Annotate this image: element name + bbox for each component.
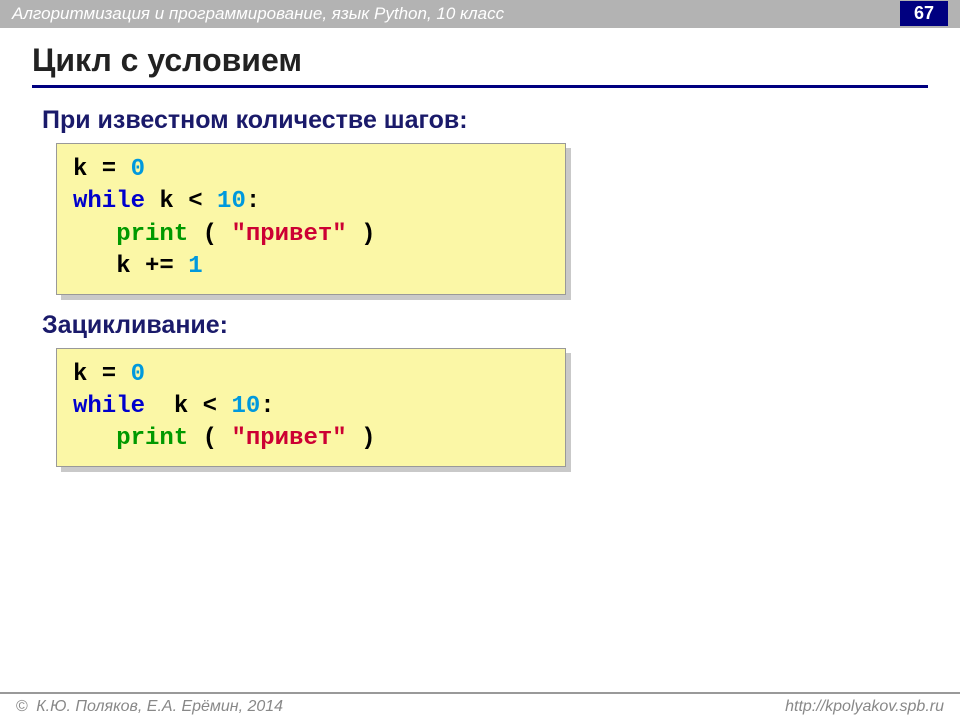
code-token: print xyxy=(116,221,188,248)
page-title: Цикл с условием xyxy=(32,42,928,79)
code-token: 0 xyxy=(131,361,145,388)
code-token: ) xyxy=(347,425,376,452)
copyright-icon: © xyxy=(16,698,28,716)
code-token: 1 xyxy=(188,253,202,280)
code-token: k xyxy=(73,361,87,388)
code-token: ( xyxy=(188,425,231,452)
code-token: k xyxy=(145,188,174,215)
code-token: 10 xyxy=(231,393,260,420)
footer-url: http://kpolyakov.spb.ru xyxy=(785,698,944,716)
code-token: k xyxy=(73,156,87,183)
course-label: Алгоритмизация и программирование, язык … xyxy=(12,4,504,24)
code-block-2: k = 0 while k < 10: print ( "привет" ) xyxy=(56,348,566,467)
code-token: 10 xyxy=(217,188,246,215)
title-area: Цикл с условием xyxy=(0,28,960,81)
code-token: while xyxy=(73,393,145,420)
top-bar: Алгоритмизация и программирование, язык … xyxy=(0,0,960,28)
code-token: "привет" xyxy=(231,425,346,452)
code-token: k += xyxy=(73,253,188,280)
code-token: print xyxy=(116,425,188,452)
code-token: : xyxy=(260,393,274,420)
code-token: "привет" xyxy=(231,221,346,248)
code-token: = xyxy=(87,361,130,388)
section2-heading: Зацикливание: xyxy=(42,311,918,340)
code-token: ( xyxy=(188,221,231,248)
code-token: 0 xyxy=(131,156,145,183)
content-area: При известном количестве шагов: k = 0 wh… xyxy=(0,88,960,467)
code-token: ) xyxy=(347,221,376,248)
footer: © К.Ю. Поляков, Е.А. Ерёмин, 2014 http:/… xyxy=(0,692,960,720)
code-token: k xyxy=(145,393,188,420)
code-token: < xyxy=(188,393,231,420)
footer-authors: К.Ю. Поляков, Е.А. Ерёмин, 2014 xyxy=(32,698,283,715)
code-token: = xyxy=(87,156,130,183)
code-token: : xyxy=(246,188,260,215)
code-block-1: k = 0 while k < 10: print ( "привет" ) k… xyxy=(56,143,566,295)
code-token: while xyxy=(73,188,145,215)
code-token: < xyxy=(174,188,217,215)
section1-heading: При известном количестве шагов: xyxy=(42,106,918,135)
footer-left: © К.Ю. Поляков, Е.А. Ерёмин, 2014 xyxy=(16,698,283,716)
page-number: 67 xyxy=(900,1,948,26)
